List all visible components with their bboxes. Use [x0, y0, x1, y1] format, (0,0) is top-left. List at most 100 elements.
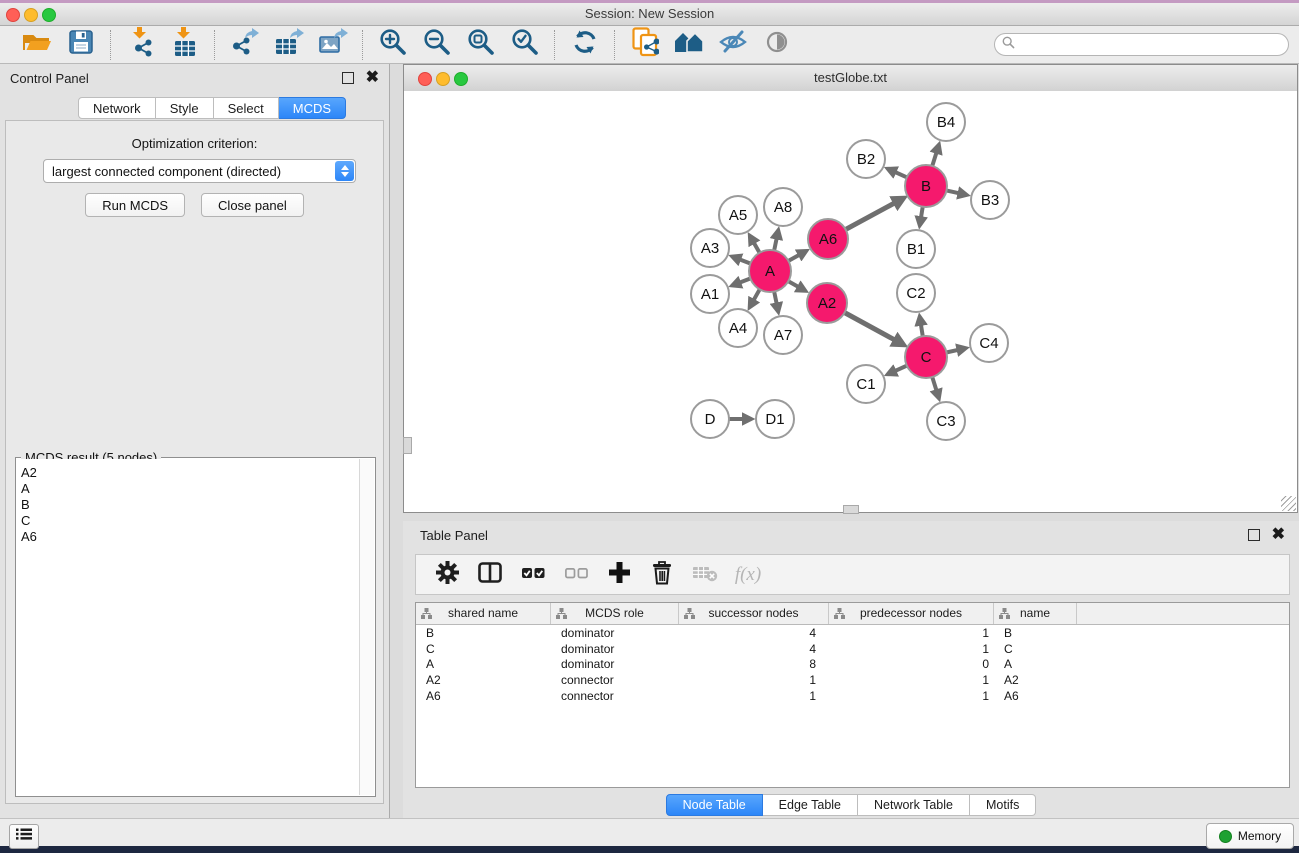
network-zoom-button[interactable]: [454, 72, 468, 86]
open-session-button[interactable]: [20, 29, 54, 61]
table-cell[interactable]: 1: [829, 689, 994, 703]
graph-edge-B-B3[interactable]: [945, 190, 966, 195]
import-table-button[interactable]: [168, 29, 202, 61]
tab-motifs[interactable]: Motifs: [970, 794, 1036, 816]
table-cell[interactable]: dominator: [551, 642, 679, 656]
table-row[interactable]: A6connector11A6: [416, 688, 1289, 704]
table-cell[interactable]: A: [416, 657, 551, 671]
table-cell[interactable]: C: [994, 642, 1077, 656]
save-session-button[interactable]: [64, 29, 98, 61]
table-cell[interactable]: 1: [679, 689, 829, 703]
table-cell[interactable]: 4: [679, 626, 829, 640]
graph-edge-C-C1[interactable]: [889, 365, 909, 374]
search-box[interactable]: [994, 33, 1289, 56]
table-cell[interactable]: 1: [829, 673, 994, 687]
table-row[interactable]: Bdominator41B: [416, 625, 1289, 641]
graph-edge-C-C2[interactable]: [920, 318, 923, 339]
graph-edge-B-B4[interactable]: [932, 146, 939, 168]
table-cell[interactable]: 1: [829, 642, 994, 656]
table-settings-button[interactable]: [434, 562, 460, 588]
close-table-panel-icon[interactable]: ✖: [1272, 530, 1285, 540]
tab-mcds[interactable]: MCDS: [279, 97, 346, 119]
result-scrollbar[interactable]: [359, 459, 374, 795]
left-resize-gripper[interactable]: [403, 437, 412, 454]
close-window-button[interactable]: [6, 8, 20, 22]
export-network-button[interactable]: [228, 29, 262, 61]
mcds-result-item[interactable]: B: [21, 497, 360, 513]
tab-select[interactable]: Select: [214, 97, 279, 119]
show-all-networks-button[interactable]: [672, 29, 706, 61]
bottom-resize-gripper[interactable]: [843, 505, 859, 514]
tab-node-table[interactable]: Node Table: [666, 794, 763, 816]
zoom-in-button[interactable]: [376, 29, 410, 61]
graph-edge-A-A2[interactable]: [787, 280, 805, 290]
memory-button[interactable]: Memory: [1206, 823, 1294, 849]
float-table-panel-icon[interactable]: [1248, 529, 1260, 541]
graph-edge-C-C4[interactable]: [945, 348, 965, 352]
column-header-shared-name[interactable]: shared name: [416, 603, 551, 624]
graph-edge-C-C3[interactable]: [932, 375, 939, 397]
network-minimize-button[interactable]: [436, 72, 450, 86]
table-cell[interactable]: connector: [551, 689, 679, 703]
mcds-result-item[interactable]: A2: [21, 465, 360, 481]
tab-style[interactable]: Style: [156, 97, 214, 119]
network-canvas[interactable]: B4B2BB3A8A5A6A3B1AA1C2A2A4A7C4CC1C3DD1: [404, 91, 1297, 512]
table-row[interactable]: A2connector11A2: [416, 672, 1289, 688]
table-row[interactable]: Adominator80A: [416, 656, 1289, 672]
hide-all-columns-button[interactable]: [563, 562, 589, 588]
zoom-window-button[interactable]: [42, 8, 56, 22]
tab-edge-table[interactable]: Edge Table: [763, 794, 858, 816]
tab-network-table[interactable]: Network Table: [858, 794, 970, 816]
close-panel-button[interactable]: Close panel: [201, 193, 304, 217]
delete-column-button[interactable]: [649, 562, 675, 588]
panel-selector-button[interactable]: [9, 824, 39, 849]
table-cell[interactable]: 1: [679, 673, 829, 687]
main-titlebar[interactable]: Session: New Session: [0, 3, 1299, 26]
graph-edge-A-A1[interactable]: [733, 278, 752, 285]
table-cell[interactable]: B: [994, 626, 1077, 640]
criterion-dropdown[interactable]: largest connected component (directed): [43, 159, 356, 183]
close-panel-icon[interactable]: ✖: [366, 73, 379, 83]
corner-resize-handle[interactable]: [1281, 496, 1296, 511]
minimize-window-button[interactable]: [24, 8, 38, 22]
graph-edge-B-B2[interactable]: [889, 169, 909, 178]
table-cell[interactable]: dominator: [551, 657, 679, 671]
network-close-button[interactable]: [418, 72, 432, 86]
create-column-button[interactable]: [606, 562, 632, 588]
network-window-titlebar[interactable]: testGlobe.txt: [404, 65, 1297, 92]
table-cell[interactable]: A2: [416, 673, 551, 687]
mcds-result-item[interactable]: C: [21, 513, 360, 529]
table-cell[interactable]: 0: [829, 657, 994, 671]
graph-edge-A-A4[interactable]: [750, 288, 760, 307]
column-header-name[interactable]: name: [994, 603, 1077, 624]
column-header-MCDS-role[interactable]: MCDS role: [551, 603, 679, 624]
search-input[interactable]: [1019, 37, 1288, 53]
zoom-out-button[interactable]: [420, 29, 454, 61]
tab-network[interactable]: Network: [78, 97, 156, 119]
table-cell[interactable]: connector: [551, 673, 679, 687]
float-panel-icon[interactable]: [342, 72, 354, 84]
table-cell[interactable]: 4: [679, 642, 829, 656]
column-header-successor-nodes[interactable]: successor nodes: [679, 603, 829, 624]
import-network-button[interactable]: [124, 29, 158, 61]
graph-edge-A-A3[interactable]: [733, 257, 752, 264]
mcds-result-item[interactable]: A: [21, 481, 360, 497]
toggle-column-view-button[interactable]: [477, 562, 503, 588]
table-cell[interactable]: dominator: [551, 626, 679, 640]
column-header-predecessor-nodes[interactable]: predecessor nodes: [829, 603, 994, 624]
table-cell[interactable]: A: [994, 657, 1077, 671]
mcds-result-list[interactable]: A2ABCA6: [16, 459, 360, 796]
export-image-button[interactable]: [316, 29, 350, 61]
table-cell[interactable]: A2: [994, 673, 1077, 687]
table-cell[interactable]: C: [416, 642, 551, 656]
zoom-fit-button[interactable]: [464, 29, 498, 61]
graph-edge-A2-C[interactable]: [843, 312, 902, 344]
table-row[interactable]: Cdominator41C: [416, 641, 1289, 657]
graph-edge-A-A6[interactable]: [787, 252, 806, 262]
graph-edge-A-A5[interactable]: [750, 237, 760, 255]
table-cell[interactable]: 1: [829, 626, 994, 640]
graph-edge-A-A7[interactable]: [774, 290, 778, 311]
export-table-button[interactable]: [272, 29, 306, 61]
mcds-result-item[interactable]: A6: [21, 529, 360, 545]
zoom-selected-button[interactable]: [508, 29, 542, 61]
